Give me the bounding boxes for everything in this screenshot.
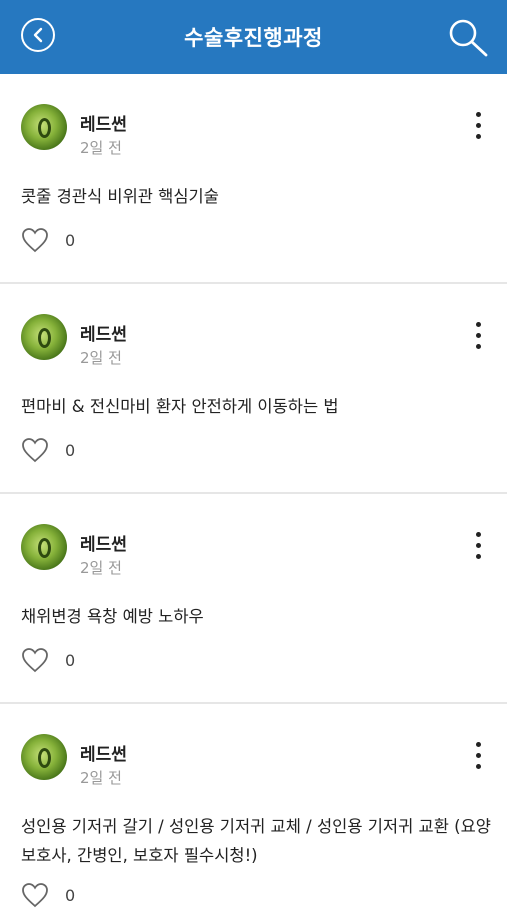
more-options-button[interactable] <box>470 532 486 564</box>
heart-icon[interactable] <box>21 227 49 253</box>
page-title: 수술후진행과정 <box>184 26 323 50</box>
post-time: 2일 전 <box>80 769 122 787</box>
more-options-button[interactable] <box>470 112 486 144</box>
avatar[interactable] <box>21 314 67 360</box>
more-options-button[interactable] <box>470 742 486 774</box>
app-header: 수술후진행과정 <box>0 0 507 74</box>
like-count: 0 <box>65 886 76 905</box>
like-count: 0 <box>65 231 76 250</box>
avatar[interactable] <box>21 734 67 780</box>
author-name[interactable]: 레드썬 <box>80 110 127 135</box>
post-content[interactable]: 편마비 & 전신마비 환자 안전하게 이동하는 법 <box>21 392 491 421</box>
post-content[interactable]: 콧줄 경관식 비위관 핵심기술 <box>21 182 491 211</box>
post-time: 2일 전 <box>80 349 122 367</box>
author-name[interactable]: 레드썬 <box>80 320 127 345</box>
more-options-button[interactable] <box>470 322 486 354</box>
post-content[interactable]: 성인용 기저귀 갈기 / 성인용 기저귀 교체 / 성인용 기저귀 교환 (요양… <box>21 812 491 870</box>
post-card[interactable]: 레드썬 2일 전 채위변경 욕창 예방 노하우 0 <box>0 494 507 704</box>
post-time: 2일 전 <box>80 559 122 577</box>
avatar[interactable] <box>21 524 67 570</box>
like-count: 0 <box>65 651 76 670</box>
heart-icon[interactable] <box>21 882 49 908</box>
author-name[interactable]: 레드썬 <box>80 740 127 765</box>
heart-icon[interactable] <box>21 437 49 463</box>
post-content[interactable]: 채위변경 욕창 예방 노하우 <box>21 602 491 631</box>
heart-icon[interactable] <box>21 647 49 673</box>
post-card[interactable]: 레드썬 2일 전 성인용 기저귀 갈기 / 성인용 기저귀 교체 / 성인용 기… <box>0 704 507 908</box>
post-list: 레드썬 2일 전 콧줄 경관식 비위관 핵심기술 0 레드썬 2일 전 편마비 … <box>0 74 507 908</box>
search-icon <box>449 19 488 57</box>
search-button[interactable] <box>446 17 490 57</box>
author-name[interactable]: 레드썬 <box>80 530 127 555</box>
post-time: 2일 전 <box>80 139 122 157</box>
like-count: 0 <box>65 441 76 460</box>
post-card[interactable]: 레드썬 2일 전 콧줄 경관식 비위관 핵심기술 0 <box>0 74 507 284</box>
avatar[interactable] <box>21 104 67 150</box>
post-card[interactable]: 레드썬 2일 전 편마비 & 전신마비 환자 안전하게 이동하는 법 0 <box>0 284 507 494</box>
